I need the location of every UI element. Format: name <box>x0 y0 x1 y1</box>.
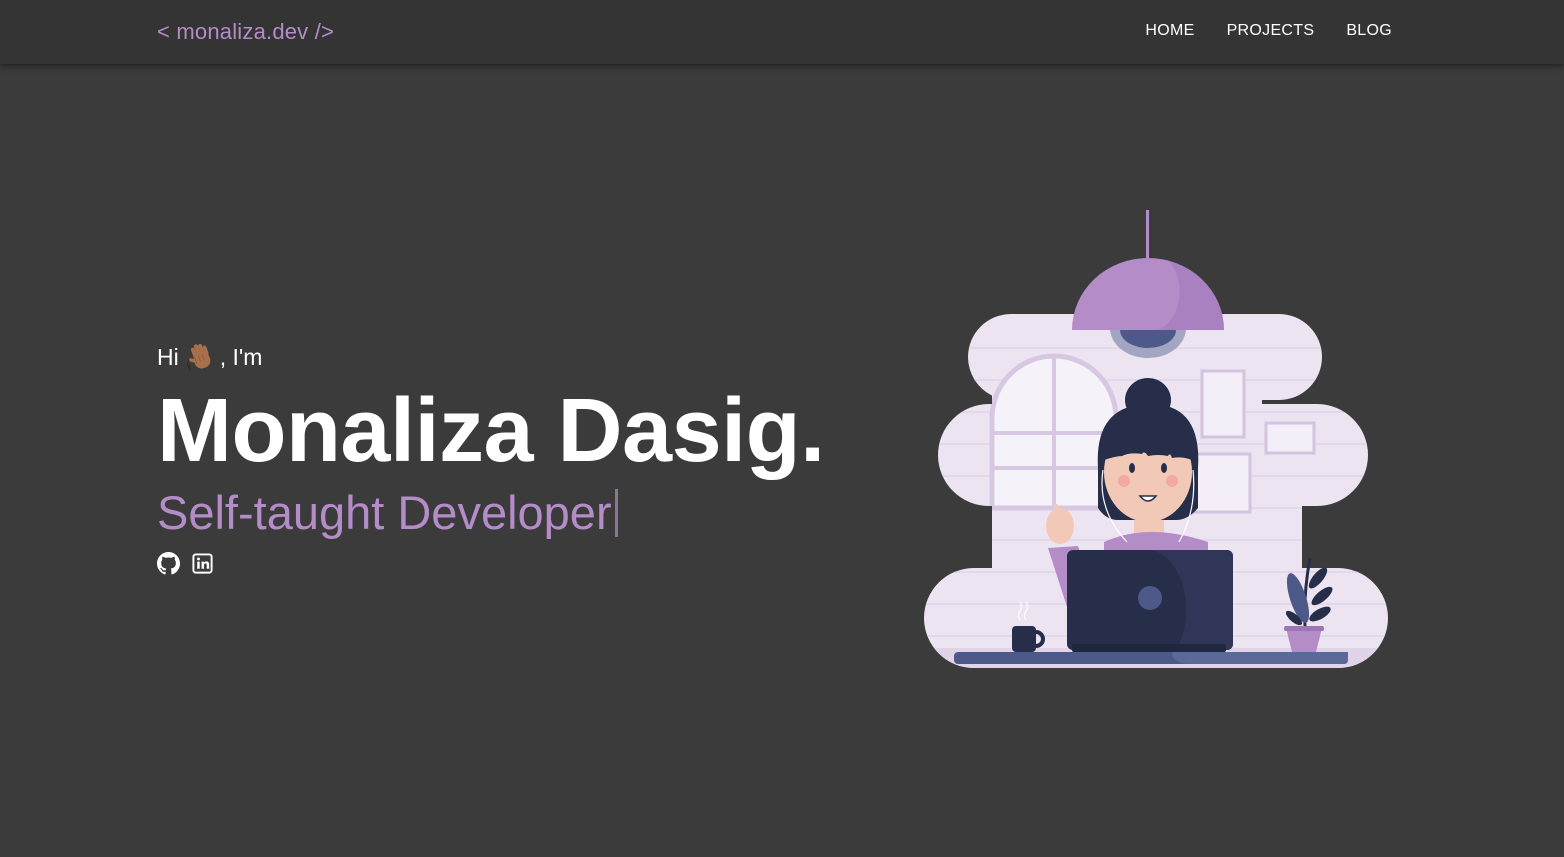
greeting-suffix: , I'm <box>219 344 263 370</box>
brand-logo-link[interactable]: < monaliza.dev /> <box>157 19 334 45</box>
navbar: < monaliza.dev /> HOME PROJECTS BLOG <box>0 0 1564 64</box>
nav-links: HOME PROJECTS BLOG <box>1145 21 1392 41</box>
hero-subtitle: Self-taught Developer <box>157 486 612 539</box>
developer-illustration <box>924 210 1388 668</box>
greeting-prefix: Hi <box>157 344 179 370</box>
github-link[interactable] <box>157 552 180 575</box>
github-icon <box>157 552 180 575</box>
hero-section: Hi , I'm Monaliza Dasig. Self-taught Dev… <box>157 340 857 575</box>
social-links <box>157 552 857 575</box>
nav-link-blog[interactable]: BLOG <box>1346 21 1392 41</box>
nav-link-projects[interactable]: PROJECTS <box>1227 21 1315 41</box>
hero-name: Monaliza Dasig. <box>157 381 825 481</box>
subtitle-row: Self-taught Developer <box>157 486 857 540</box>
typing-cursor <box>614 489 618 537</box>
linkedin-link[interactable] <box>191 552 214 575</box>
nav-link-home[interactable]: HOME <box>1145 21 1194 41</box>
waving-hand-icon <box>186 343 211 371</box>
desk <box>954 652 1348 664</box>
greeting: Hi , I'm <box>157 340 857 374</box>
linkedin-icon <box>192 553 213 574</box>
laptop <box>1067 550 1233 652</box>
